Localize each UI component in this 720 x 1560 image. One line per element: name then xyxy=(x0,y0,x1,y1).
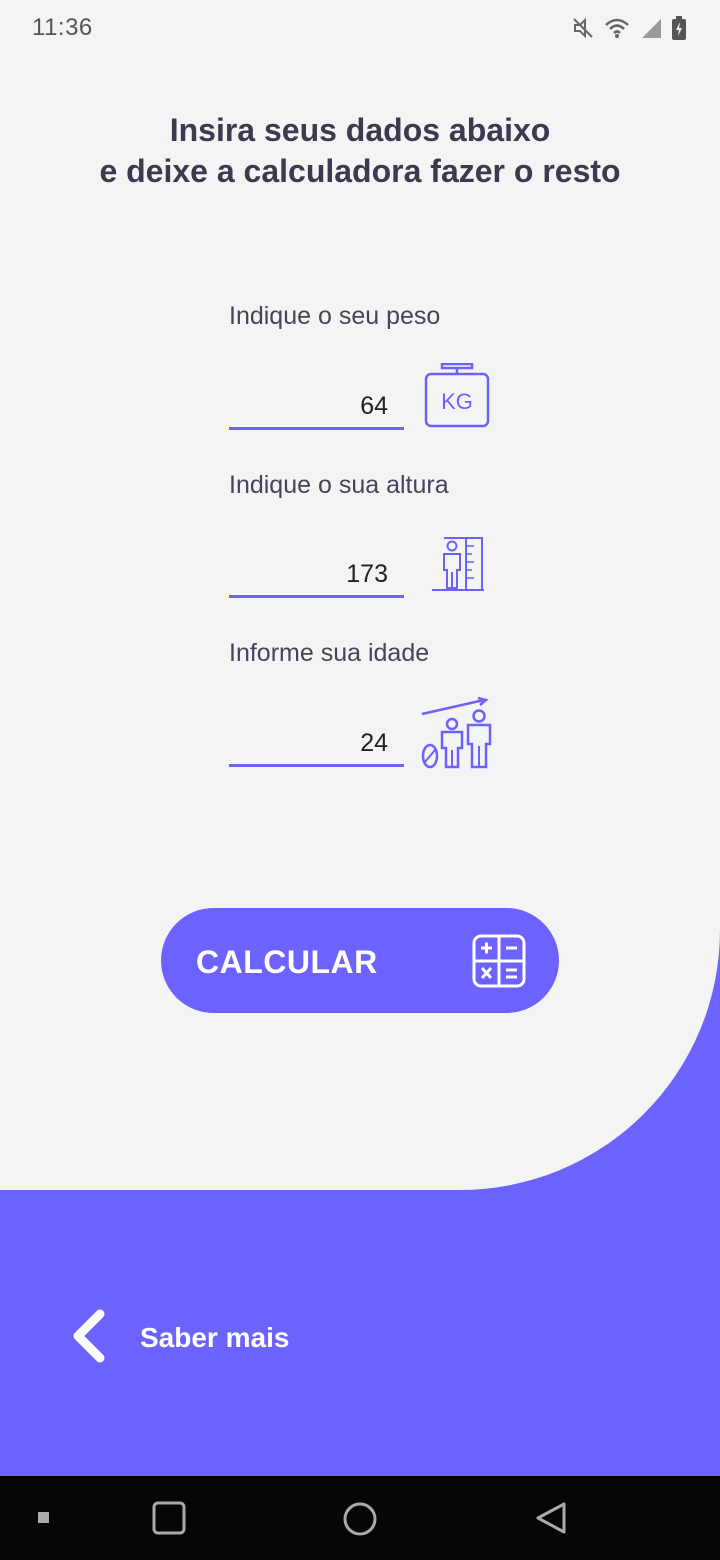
page-title-line-1: Insira seus dados abaixo xyxy=(169,112,551,148)
mute-icon xyxy=(572,16,594,40)
status-icons xyxy=(572,14,686,42)
overview-square-icon[interactable] xyxy=(152,1501,186,1540)
height-label: Indique o sua altura xyxy=(229,471,449,499)
calculate-button[interactable]: CALCULAR xyxy=(161,908,559,1013)
height-measure-icon xyxy=(430,536,486,597)
age-input[interactable] xyxy=(229,715,404,767)
weight-kg-icon: KG xyxy=(424,362,490,434)
recents-dot-icon[interactable] xyxy=(36,1510,52,1531)
back-triangle-icon[interactable] xyxy=(534,1501,568,1540)
saber-mais-link[interactable]: Saber mais xyxy=(66,1306,289,1370)
signal-icon xyxy=(640,17,662,39)
home-circle-icon[interactable] xyxy=(342,1501,378,1542)
weight-label: Indique o seu peso xyxy=(229,302,441,330)
chevron-left-icon xyxy=(66,1308,112,1369)
height-input[interactable] xyxy=(229,546,404,598)
battery-icon xyxy=(672,16,686,40)
weight-input[interactable] xyxy=(229,378,404,430)
status-time: 11:36 xyxy=(32,14,93,41)
age-growth-icon xyxy=(420,696,496,775)
status-bar: 11:36 xyxy=(0,0,720,56)
saber-mais-label: Saber mais xyxy=(140,1322,290,1353)
wifi-icon xyxy=(604,17,630,39)
age-label: Informe sua idade xyxy=(229,639,430,667)
calculator-icon xyxy=(472,934,526,991)
system-nav-bar xyxy=(0,1476,720,1560)
svg-text:KG: KG xyxy=(441,389,473,414)
page-title: Insira seus dados abaixo e deixe a calcu… xyxy=(0,110,720,192)
calculate-button-label: CALCULAR xyxy=(196,944,378,980)
page-title-line-2: e deixe a calculadora fazer o resto xyxy=(99,153,621,189)
